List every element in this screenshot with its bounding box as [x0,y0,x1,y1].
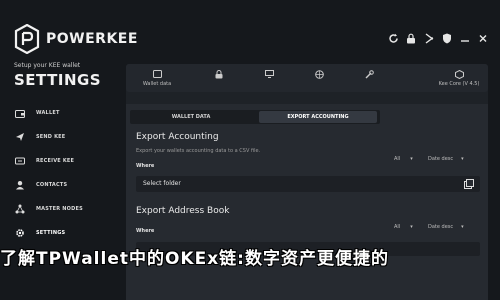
segment-wallet-data[interactable]: WALLET DATA [132,111,250,123]
sidebar-item-send-kee[interactable]: SEND KEE [14,129,65,145]
sidebar-item-label: SEND KEE [36,134,66,140]
kee-core-icon [432,68,486,80]
sidebar-item-label: CONTACTS [36,182,68,188]
select-folder-label: Select folder [143,180,181,187]
filter-select[interactable]: All ▾ [394,224,413,230]
filter-value: All [394,156,401,162]
refresh-icon[interactable] [386,31,400,45]
settings-icon [14,227,26,239]
chevron-down-icon: ▾ [461,224,464,230]
sidebar-item-wallet[interactable]: WALLET [14,105,60,121]
where-label: Where [136,228,155,234]
where-label: Where [136,163,155,169]
export-accounting-description: Export your wallets accounting data to a… [136,148,261,154]
settings-tab-bar: Wallet data Kee Core (V 4.5) [126,64,488,92]
wallet-data-icon [132,68,182,80]
brand-name: POWERKEE [46,31,138,47]
sidebar-item-label: RECEIVE KEE [36,158,75,164]
network-icon [294,68,344,80]
send-icon [14,131,26,143]
wallet-data-segmented-control: WALLET DATA EXPORT ACCOUNTING [130,110,380,124]
close-icon[interactable] [476,31,490,45]
tab-kee-core[interactable]: Kee Core (V 4.5) [432,68,486,90]
filter-value: All [394,224,401,230]
connection-icon[interactable] [422,31,436,45]
minimize-icon[interactable] [458,31,472,45]
chevron-down-icon: ▾ [410,156,413,162]
tab-label: Wallet data [142,81,172,87]
chevron-down-icon: ▾ [461,156,464,162]
window-toolbar [386,31,490,45]
contacts-icon [14,179,26,191]
tab-network[interactable] [294,68,344,90]
receive-icon [14,155,26,167]
lock-icon [194,68,244,80]
sort-value: Date desc [428,156,454,162]
tab-tools[interactable] [344,68,394,90]
tools-icon [344,68,394,80]
select-folder-field[interactable]: Select folder [136,176,480,192]
sidebar-item-settings[interactable]: SETTINGS [14,225,65,241]
copy-icon[interactable] [464,179,474,189]
tab-wallet-data[interactable]: Wallet data [132,68,182,90]
filter-select[interactable]: All ▾ [394,156,413,162]
sidebar-item-receive-kee[interactable]: RECEIVE KEE [14,153,74,169]
shield-icon[interactable] [440,31,454,45]
export-accounting-title: Export Accounting [136,132,219,142]
master-nodes-icon [14,203,26,215]
wallet-icon [14,107,26,119]
segment-export-accounting[interactable]: EXPORT ACCOUNTING [259,111,377,123]
sort-value: Date desc [428,224,454,230]
chevron-down-icon: ▾ [410,224,413,230]
export-panel: WALLET DATA EXPORT ACCOUNTING Export Acc… [126,104,488,300]
export-address-book-title: Export Address Book [136,206,230,216]
lock-icon[interactable] [404,31,418,45]
sidebar-item-label: WALLET [36,110,60,116]
page-title: SETTINGS [14,71,102,89]
powerkee-logo-icon [14,24,40,54]
tab-display[interactable] [244,68,294,90]
brand-tagline: Setup your KEE wallet [14,62,81,69]
display-icon [244,68,294,80]
sidebar-item-label: SETTINGS [36,230,66,236]
tab-label: Kee Core (V 4.5) [438,81,480,87]
sidebar-item-master-nodes[interactable]: MASTER NODES [14,201,83,217]
overlay-caption: 了解TPWallet中的OKEx链:数字资产更便捷的 [0,249,389,269]
sidebar-item-label: MASTER NODES [36,206,83,212]
sort-select[interactable]: Date desc ▾ [428,224,464,230]
tab-lock[interactable] [194,68,244,90]
sidebar-item-contacts[interactable]: CONTACTS [14,177,67,193]
sort-select[interactable]: Date desc ▾ [428,156,464,162]
